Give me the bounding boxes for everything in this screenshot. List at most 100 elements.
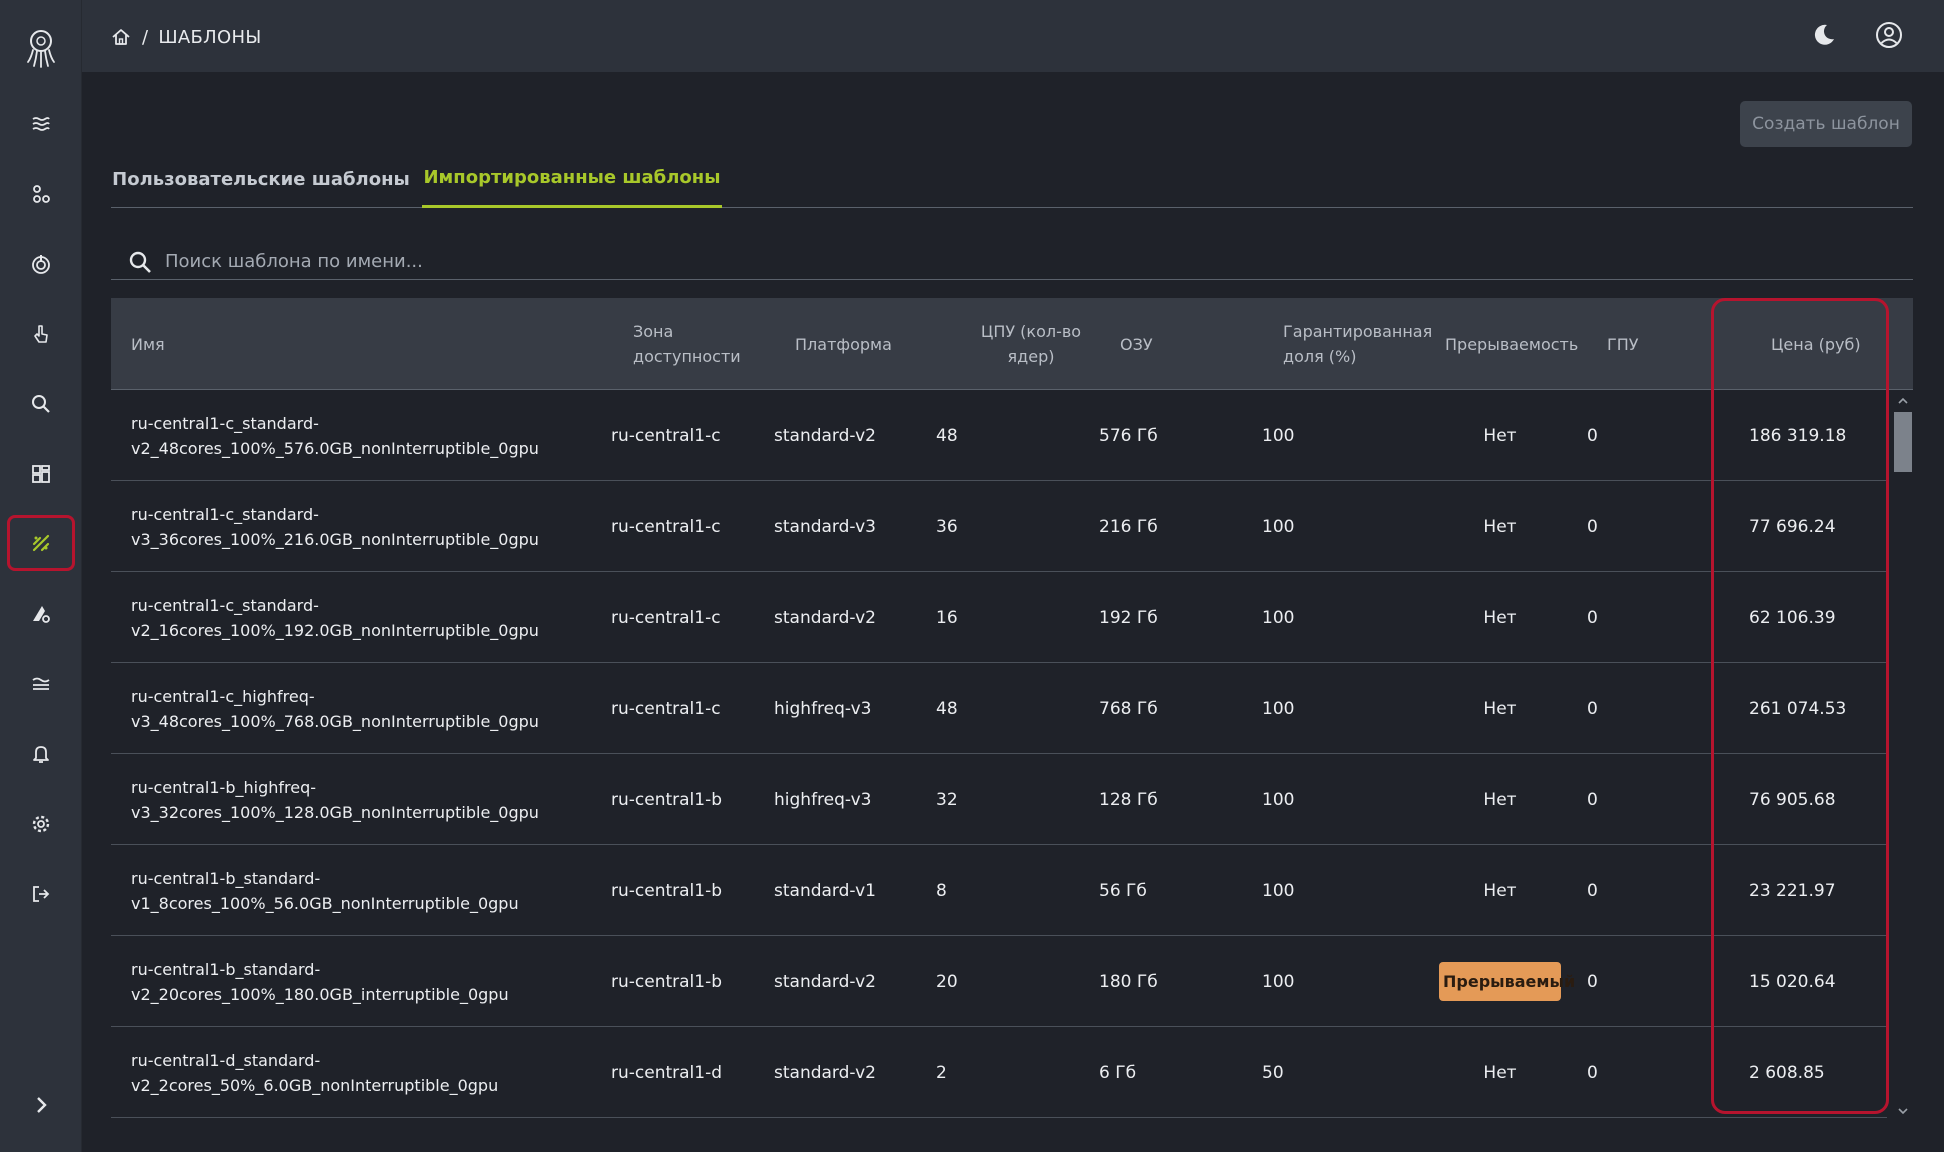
search-bar: [111, 244, 1913, 280]
column-header-zone[interactable]: Зона доступности: [633, 298, 743, 390]
table-row[interactable]: ru-central1-d_standard-v2_2cores_50%_6.0…: [111, 1027, 1887, 1118]
cell-cpu: 20: [936, 971, 958, 992]
cell-guaranteed: 100: [1262, 607, 1295, 628]
cell-gpu: 0: [1587, 607, 1598, 628]
cell-cpu: 32: [936, 789, 958, 810]
table-row[interactable]: ru-central1-c_standard-v2_16cores_100%_1…: [111, 572, 1887, 663]
cell-guaranteed: 100: [1262, 698, 1295, 719]
column-header-gpu[interactable]: ГПУ: [1607, 298, 1639, 390]
sidebar-item-nodes[interactable]: [7, 166, 75, 222]
table-row[interactable]: ru-central1-c_standard-v2_48cores_100%_5…: [111, 390, 1887, 481]
cell-zone: ru-central1-d: [611, 1062, 723, 1083]
sidebar-item-templates[interactable]: [7, 515, 75, 571]
home-icon[interactable]: [110, 26, 132, 48]
sidebar-item-deploy-settings[interactable]: [7, 586, 75, 642]
breadcrumb-current: ШАБЛОНЫ: [158, 26, 262, 48]
cell-price: 23 221.97: [1749, 880, 1836, 901]
search-icon: [129, 251, 151, 273]
logout-icon: [33, 886, 50, 902]
cell-platform: standard-v1: [774, 880, 876, 901]
breadcrumb: / ШАБЛОНЫ: [110, 24, 262, 50]
user-account-button[interactable]: [1872, 18, 1906, 52]
sidebar-expand-button[interactable]: [22, 1086, 60, 1124]
cell-zone: ru-central1-c: [611, 698, 721, 719]
cell-interruptible: Нет: [1483, 789, 1517, 810]
sidebar-item-dashboard[interactable]: [7, 446, 75, 502]
column-header-guaranteed[interactable]: Гарантированная доля (%): [1283, 298, 1433, 390]
create-template-button[interactable]: Создать шаблон: [1740, 101, 1912, 147]
cell-zone: ru-central1-c: [611, 516, 721, 537]
table-row[interactable]: ru-central1-b_highfreq-v3_32cores_100%_1…: [111, 754, 1887, 845]
cell-price: 2 608.85: [1749, 1062, 1825, 1083]
cell-platform: standard-v3: [774, 516, 876, 537]
cell-cpu: 2: [936, 1062, 947, 1083]
cell-price: 76 905.68: [1749, 789, 1836, 810]
search-input[interactable]: [165, 251, 1913, 272]
power-icon: [32, 255, 50, 274]
cell-gpu: 0: [1587, 1062, 1598, 1083]
table-row[interactable]: ru-central1-c_highfreq-v3_48cores_100%_7…: [111, 663, 1887, 754]
interruptible-badge: Прерываемый: [1439, 962, 1575, 1001]
cell-zone: ru-central1-b: [611, 789, 723, 810]
sidebar-item-pointer[interactable]: [7, 306, 75, 362]
cell-platform: standard-v2: [774, 425, 876, 446]
nodes-icon: [33, 185, 50, 203]
cell-ram: 6 Гб: [1099, 1062, 1137, 1083]
column-header-ram[interactable]: ОЗУ: [1120, 298, 1153, 390]
column-header-name[interactable]: Имя: [131, 298, 165, 390]
cell-gpu: 0: [1587, 971, 1598, 992]
table-row[interactable]: ru-central1-b_standard-v2_20cores_100%_1…: [111, 936, 1887, 1027]
layers-icon: [32, 677, 50, 690]
table-scrollbar[interactable]: [1892, 392, 1913, 1120]
cell-cpu: 16: [936, 607, 958, 628]
pointer-icon: [34, 325, 48, 343]
cell-cpu: 48: [936, 425, 958, 446]
tab-custom-templates[interactable]: Пользовательские шаблоны: [111, 150, 411, 208]
deploy-settings-icon: [33, 606, 50, 623]
cell-interruptible: Нет: [1483, 698, 1517, 719]
cell-price: 261 074.53: [1749, 698, 1847, 719]
sidebar-item-layers[interactable]: [7, 656, 75, 712]
cell-ram: 56 Гб: [1099, 880, 1147, 901]
logo-icon[interactable]: [18, 24, 64, 70]
cell-platform: standard-v2: [774, 607, 876, 628]
sidebar-item-waves[interactable]: [7, 96, 75, 152]
table-row[interactable]: ru-central1-b_standard-v1_8cores_100%_56…: [111, 845, 1887, 936]
tab-imported-templates[interactable]: Импортированные шаблоны: [422, 150, 722, 208]
cell-zone: ru-central1-b: [611, 880, 723, 901]
scrollbar-thumb[interactable]: [1894, 412, 1912, 472]
cell-platform: highfreq-v3: [774, 789, 872, 810]
column-header-cpu[interactable]: ЦПУ (кол-во ядер): [966, 298, 1096, 390]
moon-icon: [1814, 24, 1834, 45]
breadcrumb-separator: /: [142, 26, 149, 48]
cell-guaranteed: 50: [1262, 1062, 1284, 1083]
cell-interruptible: Нет: [1483, 1062, 1517, 1083]
cell-name: ru-central1-c_standard-v2_48cores_100%_5…: [131, 413, 539, 458]
search-icon: [32, 395, 50, 413]
cell-guaranteed: 100: [1262, 971, 1295, 992]
cell-gpu: 0: [1587, 425, 1598, 446]
table-row[interactable]: ru-central1-c_standard-v3_36cores_100%_2…: [111, 481, 1887, 572]
cell-guaranteed: 100: [1262, 425, 1295, 446]
column-header-platform[interactable]: Платформа: [795, 298, 892, 390]
theme-toggle-button[interactable]: [1807, 18, 1841, 52]
sidebar-item-settings[interactable]: [7, 796, 75, 852]
cell-cpu: 36: [936, 516, 958, 537]
cell-name: ru-central1-d_standard-v2_2cores_50%_6.0…: [131, 1050, 499, 1095]
sidebar-item-search[interactable]: [7, 376, 75, 432]
sidebar-item-logout[interactable]: [7, 866, 75, 922]
chevron-up-icon[interactable]: [1896, 394, 1910, 408]
bell-icon: [33, 746, 49, 763]
column-header-interruptible[interactable]: Прерываемость: [1445, 298, 1578, 390]
cell-cpu: 8: [936, 880, 947, 901]
templates-icon: [32, 534, 50, 552]
cell-zone: ru-central1-c: [611, 425, 721, 446]
cell-zone: ru-central1-c: [611, 607, 721, 628]
column-header-price[interactable]: Цена (руб): [1771, 298, 1861, 390]
sidebar-item-notifications[interactable]: [7, 726, 75, 782]
cell-ram: 128 Гб: [1099, 789, 1158, 810]
user-avatar-icon: [1876, 22, 1902, 48]
sidebar-item-power[interactable]: [7, 236, 75, 292]
chevron-down-icon[interactable]: [1896, 1104, 1910, 1118]
cell-name: ru-central1-b_standard-v2_20cores_100%_1…: [131, 959, 509, 1004]
